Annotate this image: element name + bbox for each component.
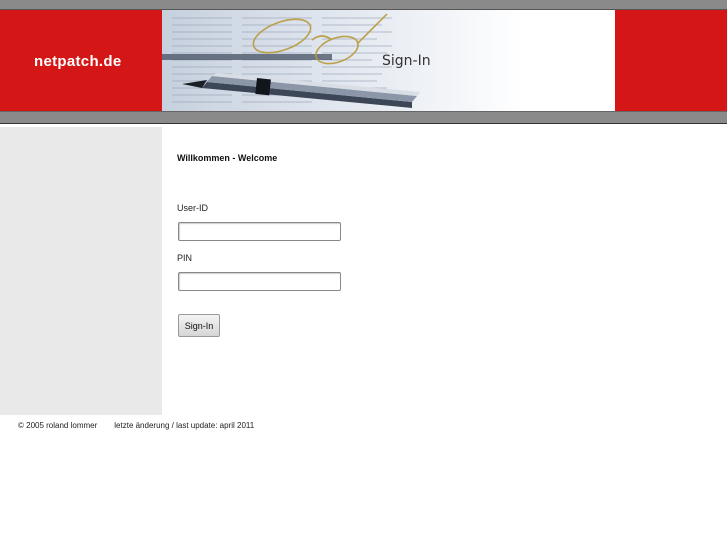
copyright-text: © 2005 roland lommer — [18, 421, 98, 430]
footer: © 2005 roland lommer letzte änderung / la… — [18, 421, 271, 430]
page-title: Sign-In — [382, 53, 431, 69]
top-bar — [0, 0, 727, 10]
site-logo: netpatch.de — [34, 53, 122, 70]
header-divider-bar — [0, 111, 727, 124]
userid-input[interactable] — [178, 222, 341, 241]
header-banner-image: Sign-In — [162, 10, 615, 111]
sign-in-button[interactable]: Sign-In — [178, 314, 220, 337]
pin-label: PIN — [177, 253, 193, 263]
last-update-text: letzte änderung / last update: april 201… — [114, 421, 255, 430]
sidebar — [0, 127, 162, 415]
pin-input[interactable] — [178, 272, 341, 291]
userid-label: User-ID — [177, 203, 208, 213]
welcome-heading: Willkommen - Welcome — [177, 153, 278, 163]
